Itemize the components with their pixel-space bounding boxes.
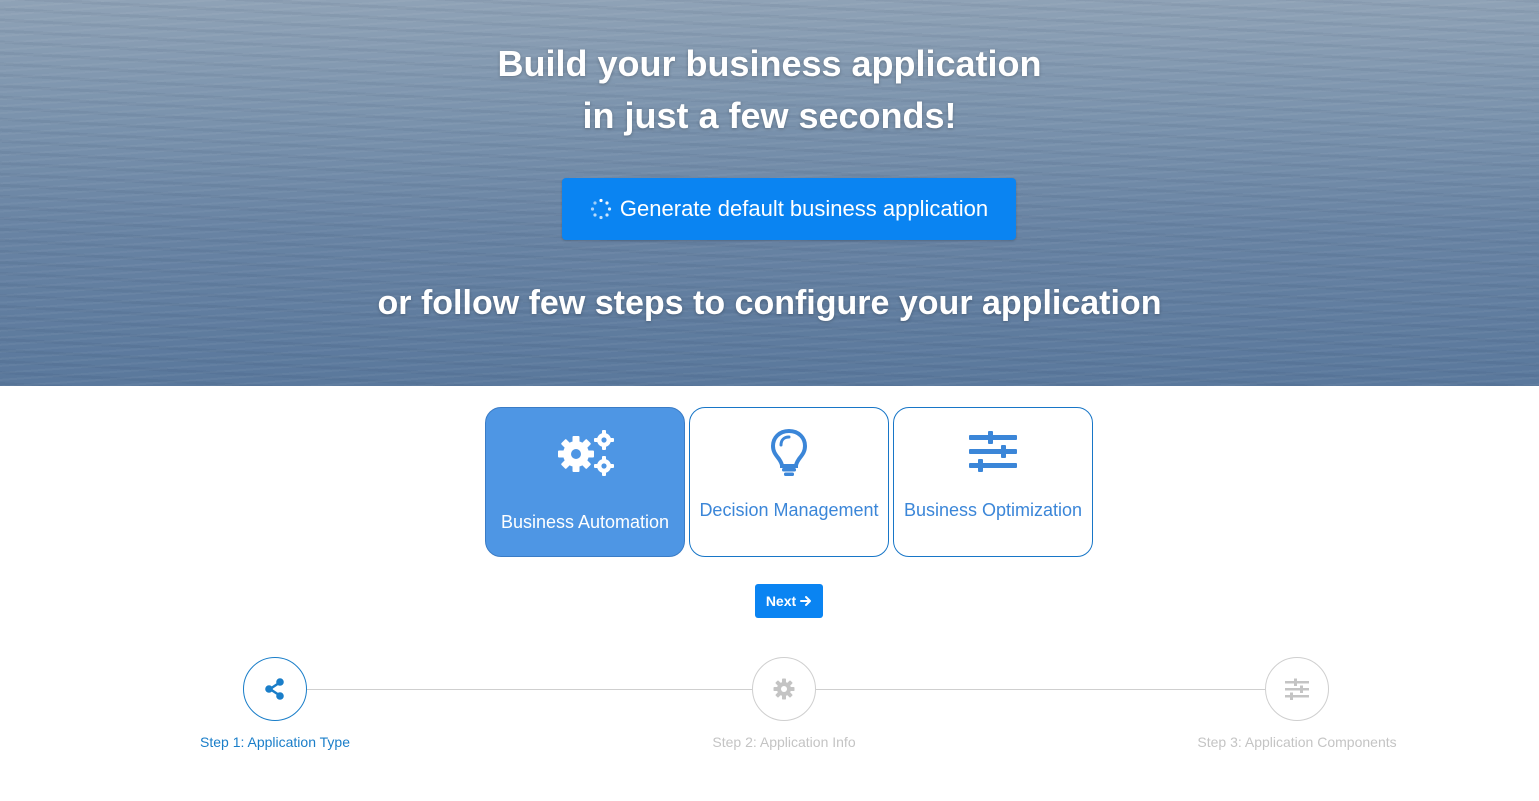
app-type-label: Business Automation (500, 512, 670, 532)
app-type-card-business-automation[interactable]: Business Automation (485, 407, 685, 557)
hero-title-line-2: in just a few seconds! (582, 95, 957, 136)
hero-title-line-1: Build your business application (497, 43, 1042, 84)
app-type-card-business-optimization[interactable]: Business Optimization (893, 407, 1093, 557)
step-1-label[interactable]: Step 1: Application Type (200, 734, 350, 750)
spinner-icon (590, 198, 612, 220)
application-type-options: Business Automation Decision Management (485, 407, 1093, 557)
sliders-icon (968, 426, 1018, 478)
step-2-circle[interactable] (752, 657, 816, 721)
step-2-label[interactable]: Step 2: Application Info (712, 734, 855, 750)
step-3-circle[interactable] (1265, 657, 1329, 721)
hero-subtitle: or follow few steps to configure your ap… (377, 284, 1162, 322)
hero-banner: Build your business application in just … (0, 0, 1539, 386)
sliders-icon (1285, 678, 1309, 700)
gears-icon (554, 428, 616, 480)
generate-default-app-button[interactable]: Generate default business application (562, 178, 1016, 240)
app-type-label: Business Optimization (903, 500, 1083, 520)
generate-button-label: Generate default business application (619, 196, 989, 221)
app-type-label: Decision Management (699, 500, 879, 520)
gear-icon (773, 678, 795, 700)
lightbulb-icon (769, 426, 809, 478)
step-connector (816, 689, 1265, 690)
step-connector (307, 689, 752, 690)
next-button-label: Next (765, 593, 797, 609)
app-type-card-decision-management[interactable]: Decision Management (689, 407, 889, 557)
next-button[interactable]: Next (755, 584, 823, 618)
arrow-right-icon (800, 596, 812, 606)
hero-title: Build your business application in just … (0, 38, 1539, 142)
step-1-circle[interactable] (243, 657, 307, 721)
step-3-label[interactable]: Step 3: Application Components (1197, 734, 1396, 750)
share-icon (265, 678, 284, 700)
